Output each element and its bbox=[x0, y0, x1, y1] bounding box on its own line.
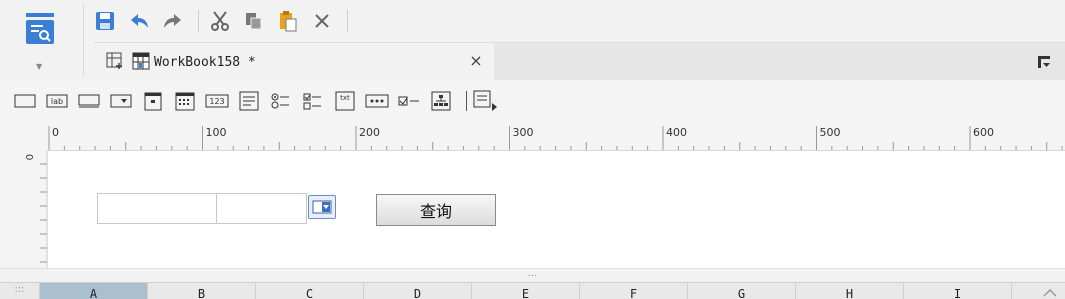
select-all-corner[interactable]: ::: bbox=[0, 283, 40, 299]
dropdown-field-widget[interactable] bbox=[217, 193, 307, 224]
save-icon[interactable] bbox=[90, 6, 120, 36]
ruler-label: 600 bbox=[973, 126, 994, 139]
sheet-column-header: ::: ABCDEFGHI bbox=[0, 282, 1065, 299]
label-widget-icon[interactable] bbox=[12, 88, 38, 114]
column-header-b[interactable]: B bbox=[148, 283, 256, 299]
widget-toolbar: lab 123 txt bbox=[0, 82, 1065, 120]
column-header-f[interactable]: F bbox=[580, 283, 688, 299]
form-design-canvas[interactable]: 查询 bbox=[48, 150, 1065, 268]
toolbar-separator bbox=[198, 10, 199, 32]
delete-icon[interactable] bbox=[307, 6, 337, 36]
toolbar-separator bbox=[347, 10, 348, 32]
vertical-ruler: 0 bbox=[0, 150, 48, 268]
copy-icon[interactable] bbox=[239, 6, 269, 36]
column-header-e[interactable]: E bbox=[472, 283, 580, 299]
ruler-label: 200 bbox=[359, 126, 380, 139]
column-header-a[interactable]: A bbox=[40, 283, 148, 299]
text-field-widget[interactable] bbox=[97, 193, 217, 224]
txt-text: txt bbox=[340, 94, 350, 102]
paste-icon[interactable] bbox=[273, 6, 303, 36]
ruler-label: 500 bbox=[820, 126, 841, 139]
column-header-g[interactable]: G bbox=[688, 283, 796, 299]
new-form-icon[interactable] bbox=[106, 52, 124, 73]
scroll-up-icon[interactable] bbox=[1043, 286, 1057, 299]
password-widget-icon[interactable] bbox=[364, 88, 390, 114]
dropdown-widget-icon[interactable] bbox=[108, 88, 134, 114]
lab-text: lab bbox=[51, 97, 63, 106]
app-menu-area: ▼ bbox=[0, 0, 84, 82]
app-menu-chevron-down-icon[interactable]: ▼ bbox=[36, 62, 42, 71]
radio-group-icon[interactable] bbox=[268, 88, 294, 114]
date-widget-icon[interactable] bbox=[140, 88, 166, 114]
txt-widget-icon[interactable]: txt bbox=[332, 88, 358, 114]
workbook-icon bbox=[132, 52, 150, 73]
redo-icon[interactable] bbox=[158, 6, 188, 36]
horizontal-ruler: 0 100 200 300 400 500 600 bbox=[0, 120, 1065, 150]
column-header-i[interactable]: I bbox=[904, 283, 1012, 299]
query-button[interactable]: 查询 bbox=[376, 194, 496, 226]
cut-icon[interactable] bbox=[205, 6, 235, 36]
textarea-icon[interactable] bbox=[236, 88, 262, 114]
calendar-icon[interactable] bbox=[172, 88, 198, 114]
more-widgets-icon[interactable] bbox=[473, 88, 499, 114]
tree-widget-icon[interactable] bbox=[428, 88, 454, 114]
tab-bar: WorkBook158 * × bbox=[94, 42, 1065, 81]
ruler-label: 300 bbox=[513, 126, 534, 139]
tab-close-icon[interactable]: × bbox=[468, 53, 484, 69]
dropdown-toggle-button[interactable] bbox=[308, 195, 336, 219]
quick-toolbar bbox=[90, 4, 354, 38]
column-header-h[interactable]: H bbox=[796, 283, 904, 299]
vertical-ruler-label: 0 bbox=[23, 154, 34, 160]
app-logo-icon[interactable] bbox=[24, 12, 56, 46]
column-header-d[interactable]: D bbox=[364, 283, 472, 299]
ruler-label: 400 bbox=[666, 126, 687, 139]
tab-title: WorkBook158 * bbox=[154, 54, 256, 70]
checkbox-group-icon[interactable] bbox=[300, 88, 326, 114]
tab-list-menu-icon[interactable] bbox=[1037, 55, 1051, 72]
divider bbox=[83, 4, 84, 76]
lab-widget-icon[interactable]: lab bbox=[44, 88, 70, 114]
checkbox-widget-icon[interactable] bbox=[396, 88, 422, 114]
splitter-handle[interactable]: ... bbox=[528, 268, 538, 279]
designer-window: ▼ WorkBook158 * × lab 123 txt 0 100 200 … bbox=[0, 0, 1065, 299]
text-field-icon[interactable] bbox=[76, 88, 102, 114]
toolbar-separator bbox=[466, 91, 467, 111]
pane-splitter[interactable]: ... bbox=[0, 268, 1065, 282]
number-widget-icon[interactable]: 123 bbox=[204, 88, 230, 114]
ruler-label: 100 bbox=[206, 126, 227, 139]
undo-icon[interactable] bbox=[124, 6, 154, 36]
column-header-c[interactable]: C bbox=[256, 283, 364, 299]
tab-workbook[interactable]: WorkBook158 * × bbox=[94, 43, 494, 81]
ruler-label: 0 bbox=[52, 126, 59, 139]
number-text: 123 bbox=[209, 97, 224, 106]
